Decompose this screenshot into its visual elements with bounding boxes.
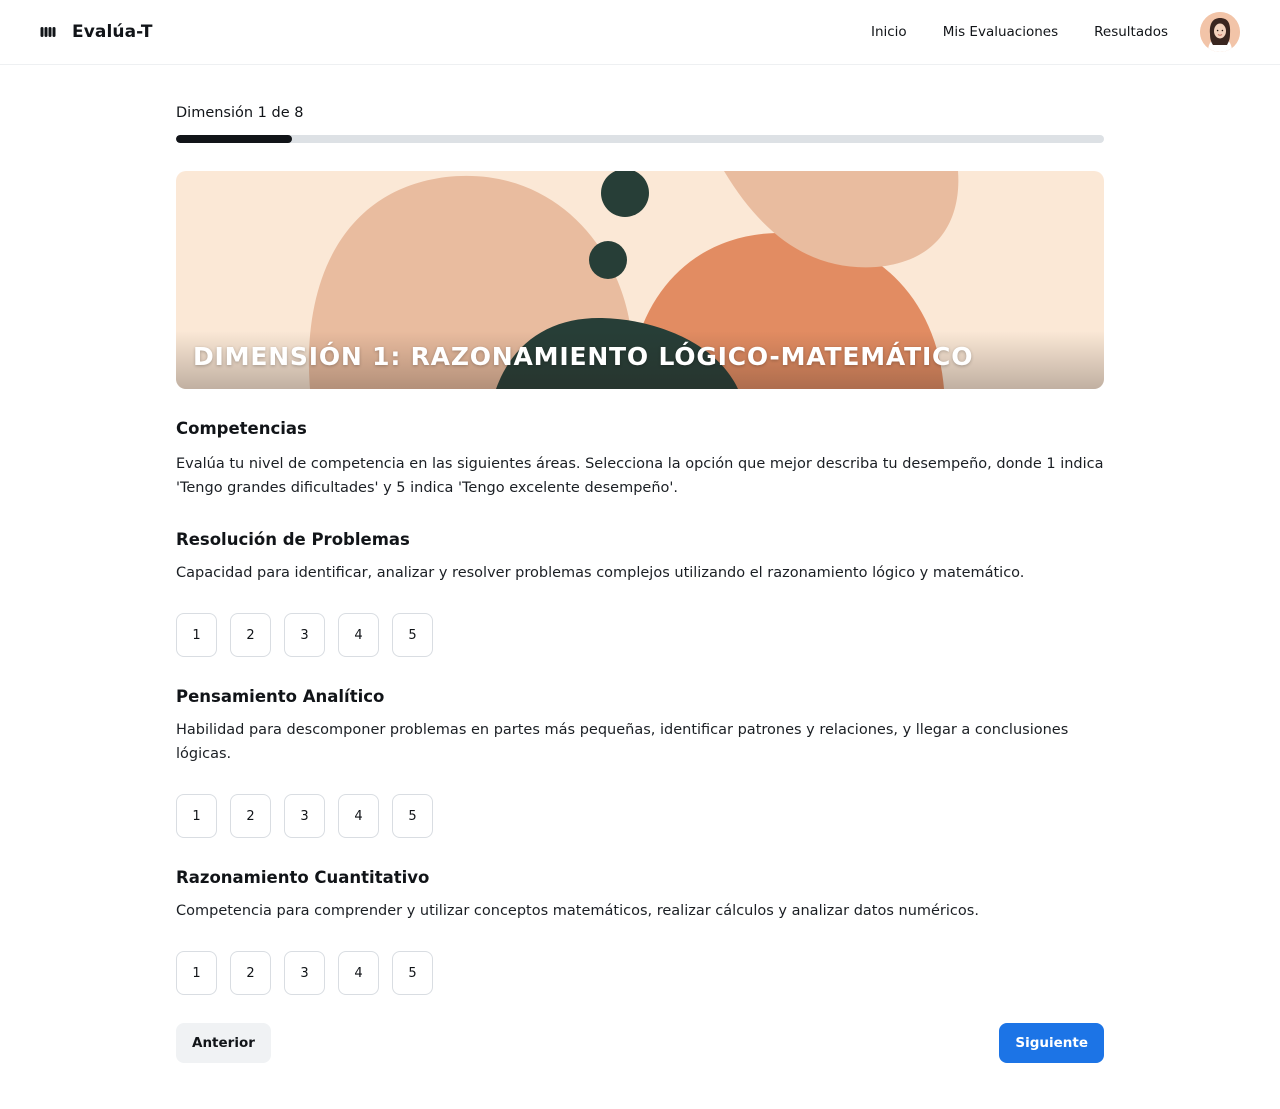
brand[interactable]: Evalúa-T: [40, 22, 153, 42]
rating-option-2[interactable]: 2: [230, 951, 271, 995]
competency-title: Razonamiento Cuantitativo: [176, 868, 430, 887]
rating-option-1[interactable]: 1: [176, 794, 217, 838]
competency-title: Resolución de Problemas: [176, 530, 410, 549]
competencias-intro: Evalúa tu nivel de competencia en las si…: [176, 456, 1104, 496]
rating-option-5[interactable]: 5: [392, 613, 433, 657]
progress-bar-fill: [176, 135, 292, 143]
main-nav: Inicio Mis Evaluaciones Resultados: [871, 12, 1240, 52]
nav-link-resultados[interactable]: Resultados: [1094, 24, 1168, 40]
dimension-title: DIMENSIÓN 1: RAZONAMIENTO LÓGICO-MATEMÁT…: [193, 342, 974, 371]
brand-name: Evalúa-T: [72, 22, 153, 42]
navigation-actions: Anterior Siguiente: [176, 1023, 1104, 1063]
rating-scale: 1 2 3 4 5: [176, 613, 1104, 657]
nav-link-mis-evaluaciones[interactable]: Mis Evaluaciones: [943, 24, 1058, 40]
rating-option-4[interactable]: 4: [338, 794, 379, 838]
rating-option-4[interactable]: 4: [338, 613, 379, 657]
rating-scale: 1 2 3 4 5: [176, 951, 1104, 995]
competencias-heading: Competencias: [176, 419, 307, 438]
nav-link-inicio[interactable]: Inicio: [871, 24, 907, 40]
rating-option-2[interactable]: 2: [230, 613, 271, 657]
rating-option-5[interactable]: 5: [392, 794, 433, 838]
rating-option-3[interactable]: 3: [284, 613, 325, 657]
rating-scale: 1 2 3 4 5: [176, 794, 1104, 838]
competency-description: Capacidad para identificar, analizar y r…: [176, 565, 1025, 581]
progress-label: Dimensión 1 de 8: [176, 105, 304, 121]
competency-description: Habilidad para descomponer problemas en …: [176, 722, 1069, 762]
rating-option-3[interactable]: 3: [284, 951, 325, 995]
rating-option-1[interactable]: 1: [176, 613, 217, 657]
competency-description: Competencia para comprender y utilizar c…: [176, 903, 979, 919]
competency-razonamiento-cuantitativo: Razonamiento Cuantitativo Competencia pa…: [176, 868, 1104, 995]
next-button[interactable]: Siguiente: [999, 1023, 1104, 1063]
dimension-hero-banner: DIMENSIÓN 1: RAZONAMIENTO LÓGICO-MATEMÁT…: [176, 171, 1104, 389]
assessment-content: Dimensión 1 de 8 DIMENSIÓN 1: RAZONAMIEN…: [176, 65, 1104, 1063]
rating-option-1[interactable]: 1: [176, 951, 217, 995]
bars-logo-icon: [40, 27, 56, 37]
rating-option-4[interactable]: 4: [338, 951, 379, 995]
previous-button[interactable]: Anterior: [176, 1023, 271, 1063]
user-avatar[interactable]: [1200, 12, 1240, 52]
top-navigation-bar: Evalúa-T Inicio Mis Evaluaciones Resulta…: [0, 0, 1280, 65]
competency-title: Pensamiento Analítico: [176, 687, 385, 706]
competency-pensamiento-analitico: Pensamiento Analítico Habilidad para des…: [176, 687, 1104, 838]
rating-option-5[interactable]: 5: [392, 951, 433, 995]
progress-bar: [176, 135, 1104, 143]
rating-option-3[interactable]: 3: [284, 794, 325, 838]
competency-resolucion-de-problemas: Resolución de Problemas Capacidad para i…: [176, 530, 1104, 657]
rating-option-2[interactable]: 2: [230, 794, 271, 838]
